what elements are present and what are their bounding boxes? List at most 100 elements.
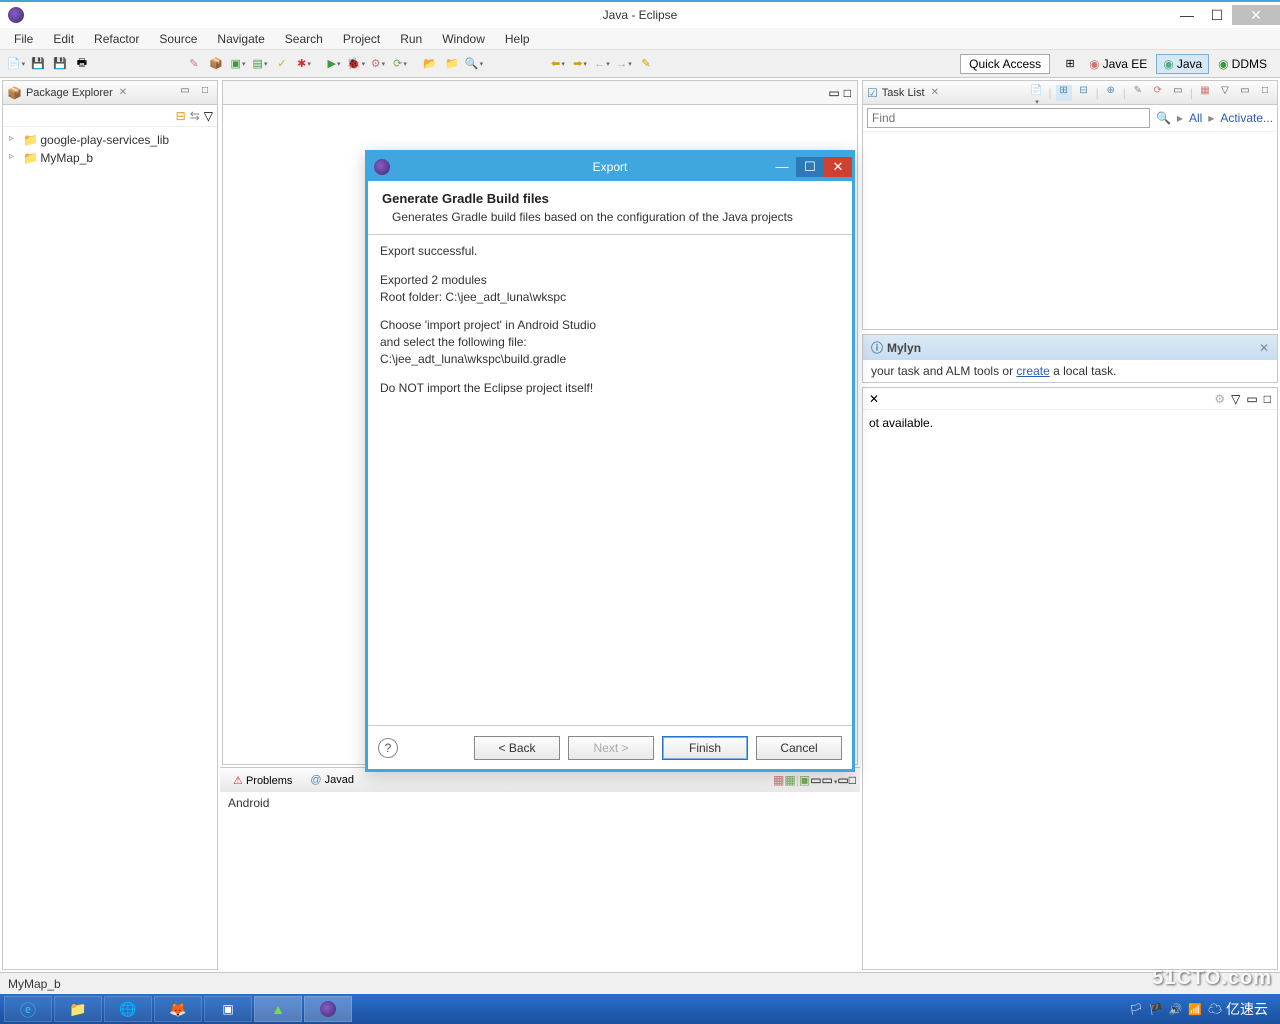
task-activate-link[interactable]: Activate... xyxy=(1220,111,1273,125)
taskbar-app1[interactable]: ▣ xyxy=(204,996,252,1022)
open-type-icon[interactable]: 📁 xyxy=(442,54,462,74)
maximize-editor-icon[interactable]: □ xyxy=(844,86,851,100)
minimize-view-icon[interactable]: ▭ xyxy=(1246,392,1257,406)
console-icon-2[interactable]: ▦ xyxy=(784,773,795,787)
maximize-button[interactable]: ☐ xyxy=(1202,5,1232,25)
menu-edit[interactable]: Edit xyxy=(43,30,84,48)
close-tab-icon[interactable]: ✕ xyxy=(869,392,879,406)
debug2-button[interactable]: 🐞 xyxy=(346,54,366,74)
task-all-link[interactable]: All xyxy=(1189,111,1202,125)
package-icon[interactable]: 📦 xyxy=(206,54,226,74)
view-menu-icon[interactable]: ▽ xyxy=(204,109,213,123)
menu-refactor[interactable]: Refactor xyxy=(84,30,149,48)
minimize-editor-icon[interactable]: ▭ xyxy=(828,86,839,100)
perspective-javaee[interactable]: ◉Java EE xyxy=(1082,54,1154,74)
task-tb-5[interactable]: ⟳ xyxy=(1150,85,1166,101)
nav-next-icon[interactable]: → xyxy=(614,54,634,74)
taskbar-android-studio[interactable]: ▲ xyxy=(254,996,302,1022)
taskbar-explorer[interactable]: 📁 xyxy=(54,996,102,1022)
console-icon-1[interactable]: ▦ xyxy=(773,773,784,787)
minimize-bottom-icon[interactable]: ▭ xyxy=(837,773,848,787)
dialog-maximize[interactable]: ☐ xyxy=(796,157,824,177)
tray-action-icon[interactable]: 🏴 xyxy=(1149,1003,1163,1016)
tray-network-icon[interactable]: 📶 xyxy=(1188,1003,1202,1016)
sdk-button[interactable]: ▣ xyxy=(228,54,248,74)
menu-run[interactable]: Run xyxy=(390,30,432,48)
menu-source[interactable]: Source xyxy=(149,30,207,48)
view-menu-icon[interactable]: ▽ xyxy=(1231,392,1240,406)
search-icon[interactable]: 🔍 xyxy=(1156,111,1171,125)
print-button[interactable]: 🖶 xyxy=(72,54,92,74)
perspective-java[interactable]: ◉Java xyxy=(1156,54,1209,74)
open-perspective-icon[interactable]: ⊞ xyxy=(1060,54,1080,74)
task-find-input[interactable] xyxy=(867,108,1150,128)
minimize-view-icon[interactable]: ▭ xyxy=(1237,85,1253,101)
help-icon[interactable]: ? xyxy=(378,738,398,758)
tray-flag-icon[interactable]: 🏳 xyxy=(1129,1003,1143,1016)
tray-cloud-icon[interactable]: ☁ 亿速云 xyxy=(1208,999,1268,1019)
task-tb-2[interactable]: ⊟ xyxy=(1076,85,1092,101)
save-all-button[interactable]: 💾 xyxy=(50,54,70,74)
tab-javadoc[interactable]: @ Javad xyxy=(301,771,363,789)
maximize-view-icon[interactable]: □ xyxy=(1264,392,1271,406)
maximize-view-icon[interactable]: □ xyxy=(1257,85,1273,101)
search-toolbar-icon[interactable]: 🔍 xyxy=(464,54,484,74)
task-tb-3[interactable]: ⊕ xyxy=(1103,85,1119,101)
menu-search[interactable]: Search xyxy=(275,30,333,48)
tree-item[interactable]: 📁 google-play-services_lib xyxy=(9,131,211,149)
perspective-ddms[interactable]: ◉DDMS xyxy=(1211,54,1274,74)
minimize-button[interactable]: — xyxy=(1172,5,1202,25)
menu-file[interactable]: File xyxy=(4,30,43,48)
finish-button[interactable]: Finish xyxy=(662,736,748,760)
task-tb-7[interactable]: ▦ xyxy=(1197,85,1213,101)
task-tb-6[interactable]: ▭ xyxy=(1170,85,1186,101)
menu-help[interactable]: Help xyxy=(495,30,540,48)
taskbar-firefox[interactable]: 🦊 xyxy=(154,996,202,1022)
lint-button[interactable]: ✓ xyxy=(272,54,292,74)
tree-item[interactable]: 📁 MyMap_b xyxy=(9,149,211,167)
build-button[interactable]: ⟳ xyxy=(390,54,410,74)
dialog-minimize[interactable]: — xyxy=(768,157,796,177)
close-tab-icon[interactable]: ✕ xyxy=(931,87,939,98)
back-button[interactable]: < Back xyxy=(474,736,560,760)
nav-prev-icon[interactable]: ← xyxy=(592,54,612,74)
console-icon-3[interactable]: ▣ xyxy=(799,773,810,787)
quick-access[interactable]: Quick Access xyxy=(960,54,1050,74)
console-icon-5[interactable]: ▭ xyxy=(822,773,838,787)
taskbar-chrome[interactable]: 🌐 xyxy=(104,996,152,1022)
debug-button[interactable]: ✱ xyxy=(294,54,314,74)
close-tab-icon[interactable]: ✕ xyxy=(119,87,127,98)
new-task-icon[interactable]: 📄 xyxy=(1029,85,1045,101)
external-button[interactable]: ⚙ xyxy=(368,54,388,74)
maximize-bottom-icon[interactable]: □ xyxy=(849,773,856,787)
nav-fwd-icon[interactable]: ➡ xyxy=(570,54,590,74)
close-icon[interactable]: ✕ xyxy=(1259,341,1269,355)
collapse-icon[interactable]: ⊟ xyxy=(176,109,186,123)
view-menu-icon[interactable]: ▽ xyxy=(1217,85,1233,101)
open-folder-icon[interactable]: 📂 xyxy=(420,54,440,74)
dialog-close[interactable]: ✕ xyxy=(824,157,852,177)
run-button[interactable]: ▶ xyxy=(324,54,344,74)
avd-button[interactable]: ▤ xyxy=(250,54,270,74)
mylyn-create-link[interactable]: create xyxy=(1016,364,1049,378)
minimize-view-icon[interactable]: ▭ xyxy=(177,85,193,101)
save-button[interactable]: 💾 xyxy=(28,54,48,74)
cancel-button[interactable]: Cancel xyxy=(756,736,842,760)
new-button[interactable]: 📄 xyxy=(6,54,26,74)
maximize-view-icon[interactable]: □ xyxy=(197,85,213,101)
menu-navigate[interactable]: Navigate xyxy=(207,30,274,48)
link-icon[interactable]: ⇆ xyxy=(190,109,200,123)
menu-window[interactable]: Window xyxy=(432,30,495,48)
menu-project[interactable]: Project xyxy=(333,30,390,48)
pin-icon[interactable]: ✎ xyxy=(636,54,656,74)
taskbar-eclipse[interactable] xyxy=(304,996,352,1022)
task-tb-4[interactable]: ✎ xyxy=(1130,85,1146,101)
tray-volume-icon[interactable]: 🔊 xyxy=(1169,1003,1183,1016)
tab-problems[interactable]: ⚠ Problems xyxy=(224,771,301,790)
console-icon-4[interactable]: ▭ xyxy=(810,773,821,787)
outline-tb-1[interactable]: ⚙ xyxy=(1214,392,1225,406)
close-button[interactable]: ✕ xyxy=(1232,5,1280,25)
nav-back-icon[interactable]: ⬅ xyxy=(548,54,568,74)
wand-icon[interactable]: ✎ xyxy=(184,54,204,74)
taskbar-ie[interactable]: ⓔ xyxy=(4,996,52,1022)
